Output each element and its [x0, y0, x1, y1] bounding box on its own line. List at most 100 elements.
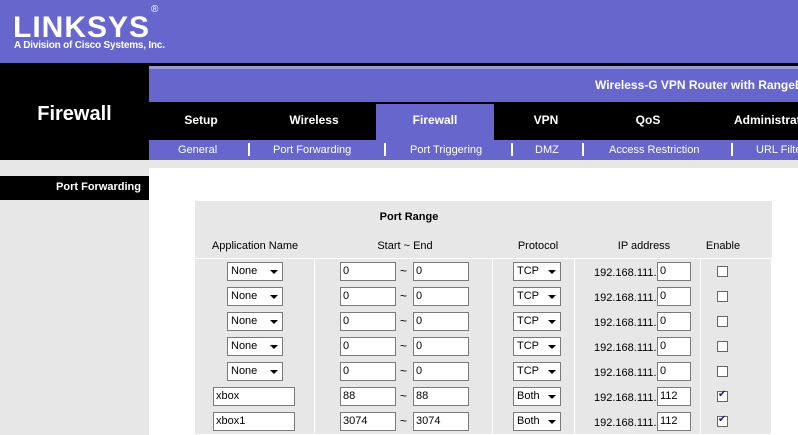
protocol-select-value: TCP	[517, 315, 539, 327]
chevron-down-icon	[544, 338, 560, 355]
subtab-port-forwarding[interactable]: Port Forwarding	[273, 140, 351, 160]
table-row: None 0 ~0 TCP 192.168.111. 0	[195, 334, 772, 359]
chevron-down-icon	[266, 363, 282, 380]
protocol-select-value: Both	[517, 415, 540, 427]
ip-last-octet-input[interactable]: 0	[657, 337, 691, 356]
enable-checkbox[interactable]	[717, 316, 728, 327]
subtab-port-triggering[interactable]: Port Triggering	[410, 140, 482, 160]
protocol-select-value: TCP	[517, 365, 539, 377]
tab-administration[interactable]: Administrat	[700, 104, 798, 140]
chevron-down-icon	[266, 338, 282, 355]
tab-setup[interactable]: Setup	[149, 104, 253, 140]
ip-prefix: 192.168.111.	[594, 417, 657, 429]
application-select-value: None	[231, 315, 258, 327]
ip-prefix: 192.168.111.	[594, 267, 657, 279]
ip-prefix: 192.168.111.	[594, 292, 657, 304]
end-port-input[interactable]: 0	[413, 362, 469, 381]
enable-checkbox[interactable]	[717, 366, 728, 377]
ip-last-octet-input[interactable]: 0	[657, 362, 691, 381]
range-tilde: ~	[400, 364, 408, 378]
subtab-url-filter[interactable]: URL Filte	[756, 140, 798, 160]
protocol-select[interactable]: TCP	[513, 362, 561, 381]
range-tilde: ~	[400, 289, 408, 303]
tab-vpn[interactable]: VPN	[494, 104, 598, 140]
table-cell	[701, 384, 772, 409]
table-row: xbox 88 ~88 Both 192.168.111. 112	[195, 384, 772, 409]
ip-last-octet-input[interactable]: 112	[657, 412, 691, 431]
protocol-select[interactable]: TCP	[513, 312, 561, 331]
protocol-select[interactable]: TCP	[513, 287, 561, 306]
application-select-value: None	[231, 290, 258, 302]
enable-checkbox[interactable]	[717, 266, 728, 277]
chevron-down-icon	[544, 363, 560, 380]
subtab-separator	[582, 143, 584, 156]
logo-tagline: A Division of Cisco Systems, Inc.	[14, 40, 165, 51]
protocol-select[interactable]: TCP	[513, 262, 561, 281]
table-cell	[701, 334, 772, 359]
application-select-value: None	[231, 265, 258, 277]
subtab-general[interactable]: General	[178, 140, 217, 160]
subtab-separator	[384, 143, 386, 156]
application-select-value: None	[231, 365, 258, 377]
tab-qos[interactable]: QoS	[596, 104, 700, 140]
start-port-input[interactable]: 3074	[340, 412, 396, 431]
start-port-input[interactable]: 88	[340, 387, 396, 406]
table-cell	[701, 259, 772, 284]
range-tilde: ~	[400, 314, 408, 328]
subtab-access-restriction[interactable]: Access Restriction	[609, 140, 699, 160]
col-ip-address: IP address	[617, 240, 671, 252]
end-port-input[interactable]: 0	[413, 287, 469, 306]
protocol-select[interactable]: TCP	[513, 337, 561, 356]
ip-last-octet-input[interactable]: 0	[657, 262, 691, 281]
ip-last-octet-input[interactable]: 0	[657, 312, 691, 331]
chevron-down-icon	[266, 288, 282, 305]
application-select[interactable]: None	[227, 362, 283, 381]
protocol-select[interactable]: Both	[513, 387, 561, 406]
ip-prefix: 192.168.111.	[594, 342, 657, 354]
start-port-input[interactable]: 0	[340, 312, 396, 331]
enable-checkbox[interactable]	[717, 291, 728, 302]
end-port-input[interactable]: 3074	[413, 412, 469, 431]
application-select[interactable]: None	[227, 287, 283, 306]
chevron-down-icon	[544, 388, 560, 405]
col-start-end: Start ~ End	[377, 240, 433, 252]
application-name-input[interactable]: xbox1	[213, 412, 295, 431]
protocol-select-value: TCP	[517, 340, 539, 352]
table-row: None 0 ~0 TCP 192.168.111. 0	[195, 359, 772, 384]
subtab-separator	[731, 143, 733, 156]
start-port-input[interactable]: 0	[340, 262, 396, 281]
protocol-select-value: TCP	[517, 265, 539, 277]
col-application-name: Application Name	[211, 240, 299, 252]
col-enable: Enable	[705, 240, 741, 252]
enable-checkbox[interactable]	[717, 414, 728, 427]
start-port-input[interactable]: 0	[340, 362, 396, 381]
end-port-input[interactable]: 88	[413, 387, 469, 406]
ip-last-octet-input[interactable]: 0	[657, 287, 691, 306]
enable-checkbox[interactable]	[717, 341, 728, 352]
ip-last-octet-input[interactable]: 112	[657, 387, 691, 406]
application-select[interactable]: None	[227, 262, 283, 281]
subtab-dmz[interactable]: DMZ	[535, 140, 559, 160]
range-tilde: ~	[400, 414, 408, 428]
protocol-select[interactable]: Both	[513, 412, 561, 431]
application-select-value: None	[231, 340, 258, 352]
section-title: Firewall	[37, 103, 112, 125]
application-name-input[interactable]: xbox	[213, 387, 295, 406]
table-cell	[701, 309, 772, 334]
protocol-select-value: Both	[517, 390, 540, 402]
linksys-logo: LINKSYS®	[13, 4, 160, 44]
end-port-input[interactable]: 0	[413, 262, 469, 281]
tab-firewall[interactable]: Firewall	[376, 104, 494, 140]
table-cell	[701, 359, 772, 384]
content-top-gap	[149, 160, 798, 168]
table-row: None 0 ~0 TCP 192.168.111. 0	[195, 309, 772, 334]
application-select[interactable]: None	[227, 337, 283, 356]
tab-wireless[interactable]: Wireless	[262, 104, 366, 140]
start-port-input[interactable]: 0	[340, 287, 396, 306]
start-port-input[interactable]: 0	[340, 337, 396, 356]
application-select[interactable]: None	[227, 312, 283, 331]
end-port-input[interactable]: 0	[413, 337, 469, 356]
enable-checkbox[interactable]	[717, 389, 728, 402]
end-port-input[interactable]: 0	[413, 312, 469, 331]
col-protocol: Protocol	[517, 240, 559, 252]
